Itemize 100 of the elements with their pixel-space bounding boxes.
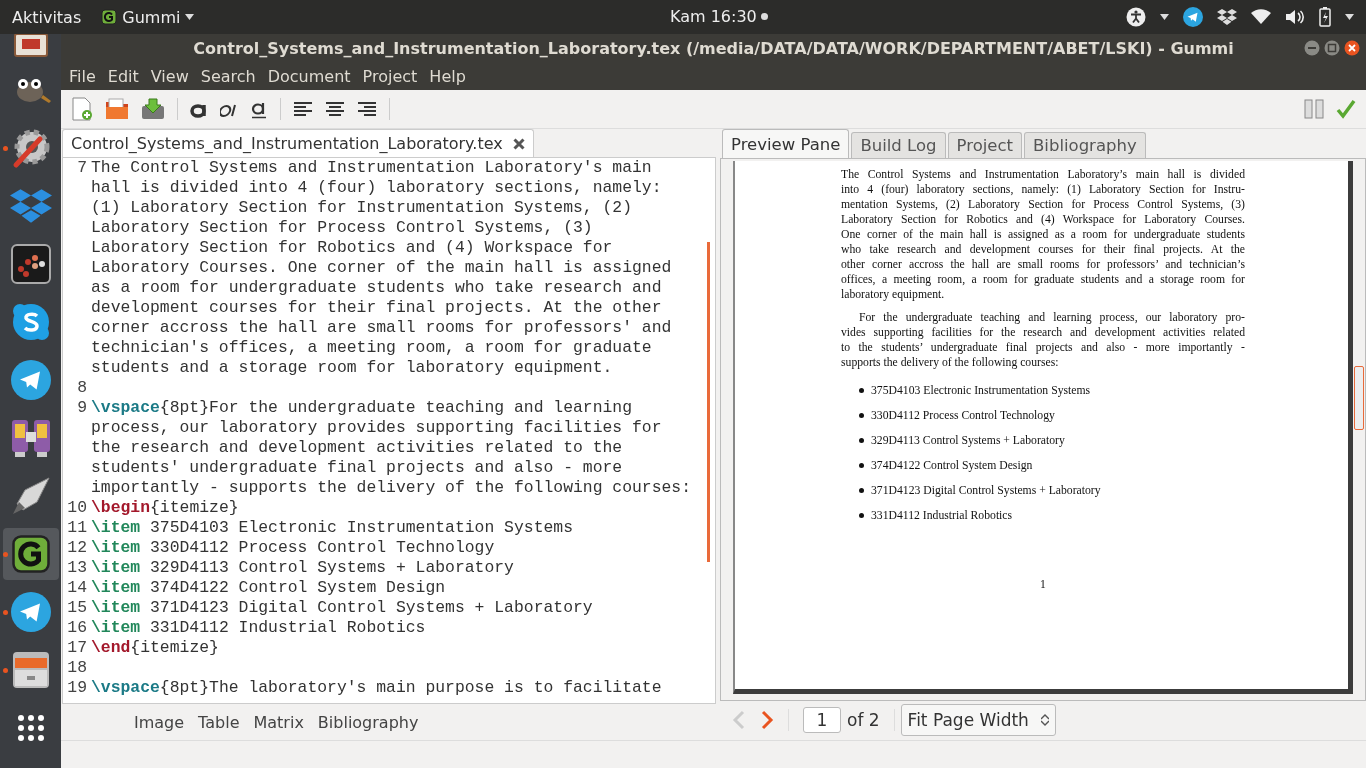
- line-number: 18: [67, 658, 87, 677]
- app-icon: [10, 534, 51, 574]
- paragraph-line: mentation Systems, (2) Laboratory Section for Process Control Systems, (3): [841, 197, 1245, 212]
- running-indicator: [2, 552, 8, 557]
- bullet-icon: [859, 438, 864, 443]
- menu-item[interactable]: Search: [194, 66, 262, 86]
- paragraph-line: into 4 (four) laboratory sections, namely: (1) Laboratory Section for Instru-: [841, 182, 1245, 197]
- close-button[interactable]: [1344, 40, 1360, 56]
- paragraph-line: The Control Systems and Instrumentation Laboratory’s main hall is divided: [841, 167, 1245, 182]
- dock-item[interactable]: [2, 528, 59, 580]
- paragraph-line: other corner accross the hall are small rooms for professors’ and technician’s: [841, 257, 1245, 272]
- menu-item[interactable]: Edit: [101, 66, 145, 86]
- code-line: development courses for their final projects. At the other: [91, 298, 662, 318]
- paper-plane-icon: [10, 360, 51, 400]
- scrollbar[interactable]: [707, 242, 710, 562]
- next-page-button[interactable]: [760, 710, 774, 731]
- code-line: students' undergraduate final projects and also - more: [91, 458, 623, 478]
- code-line: as a room for undergraduate students who take research and: [91, 278, 662, 298]
- tab[interactable]: Bibliography: [1024, 132, 1146, 158]
- menu-item[interactable]: File: [63, 66, 102, 86]
- tab[interactable]: Project: [947, 132, 1022, 158]
- activities-button[interactable]: Aktivitas: [12, 7, 82, 27]
- line-number: 8: [77, 378, 87, 397]
- line-number: 19: [67, 678, 87, 697]
- insert-button[interactable]: Bibliography: [311, 710, 425, 734]
- line-number: 9: [77, 398, 87, 417]
- paper-plane-icon[interactable]: [1183, 7, 1203, 27]
- app-menu-button[interactable]: Gummi: [122, 7, 181, 27]
- caret-icon: [185, 14, 195, 20]
- code-line: \item 374D4122 Control System Design: [91, 578, 446, 598]
- new-file-icon[interactable]: [71, 97, 93, 121]
- save-icon[interactable]: [141, 98, 165, 120]
- code-line: the research and development activities related to the: [91, 438, 623, 458]
- clock[interactable]: Kam 16:30: [670, 7, 757, 26]
- paper-plane-icon: [10, 592, 51, 632]
- code-line: \item 331D4112 Industrial Robotics: [91, 618, 426, 638]
- list-item: 375D4103 Electronic Instrumentation Systems: [871, 384, 1091, 397]
- paragraph-line: offices, a meeting room, a room for graduate students and a storage room for: [841, 272, 1245, 287]
- tab[interactable]: Build Log: [851, 132, 946, 158]
- menu-item[interactable]: Document: [261, 66, 357, 86]
- page-field[interactable]: 1: [803, 707, 841, 734]
- dropbox-icon[interactable]: [1217, 8, 1237, 26]
- menu-item[interactable]: View: [144, 66, 195, 86]
- list-item: 329D4113 Control Systems + Laboratory: [871, 434, 1065, 447]
- line-number: 10: [67, 498, 87, 517]
- code-line: \vspace{8pt}For the undergraduate teaching and learning: [91, 398, 632, 418]
- paragraph-line: supports the delivery of the following courses:: [841, 355, 1060, 370]
- app-icon: [101, 9, 118, 25]
- zoom-dropdown[interactable]: Fit Page Width: [900, 704, 1056, 737]
- volume-icon[interactable]: [1285, 9, 1305, 25]
- code-line: Laboratory Section for Process Control Systems, (3): [91, 218, 593, 238]
- line-number: 14: [67, 578, 87, 597]
- file-tab[interactable]: Control_Systems_and_Instrumentation_Laboratory.tex: [62, 129, 534, 157]
- list-item: 330D4112 Process Control Technology: [871, 409, 1055, 422]
- chat-bubble-icon: [10, 302, 51, 342]
- menu-item[interactable]: Project: [356, 66, 424, 86]
- code-line: \item 375D4103 Electronic Instrumentation Systems: [91, 518, 573, 538]
- battery-icon[interactable]: [1319, 7, 1331, 27]
- code-line: corner accross the hall are small rooms for professors' and: [91, 318, 672, 338]
- close-icon[interactable]: [512, 137, 525, 150]
- code-line: \item 371D4123 Digital Control Systems + Laboratory: [91, 598, 593, 618]
- minimize-button[interactable]: [1304, 40, 1320, 56]
- bullet-icon: [859, 513, 864, 518]
- page-count: of 2: [847, 710, 880, 731]
- usb-drives-icon: [9, 418, 52, 458]
- insert-button[interactable]: Image: [128, 710, 191, 734]
- running-indicator: [2, 146, 8, 151]
- code-line: \item 330D4112 Process Control Technology: [91, 538, 495, 558]
- code-line: importantly - supports the delivery of the following courses:: [91, 478, 691, 498]
- line-number: 15: [67, 598, 87, 617]
- align-right-icon[interactable]: [357, 101, 377, 117]
- tab[interactable]: Preview Pane: [722, 129, 850, 158]
- accessibility-icon[interactable]: [1126, 7, 1146, 27]
- menu-item[interactable]: Help: [423, 66, 472, 86]
- code-editor[interactable]: [62, 157, 716, 705]
- paragraph-line: For the undergraduate teaching and learning process, our laboratory pro-: [858, 310, 1245, 325]
- code-line: \end{itemize}: [91, 638, 219, 658]
- paragraph-line: laboratory equipment.: [841, 287, 946, 302]
- line-number: 11: [67, 518, 87, 537]
- insert-button[interactable]: Table: [192, 710, 246, 734]
- paragraph-line: One corner of the main hall is assigned as a room for undergraduate students: [841, 227, 1245, 242]
- paragraph-line: vides supporting facilities for the research and development activities related: [841, 325, 1245, 340]
- bullet-icon: [859, 388, 864, 393]
- code-line: \item 329D4113 Control Systems + Laboratory: [91, 558, 514, 578]
- code-line: \begin{itemize}: [91, 498, 239, 518]
- wifi-icon[interactable]: [1251, 9, 1271, 25]
- code-line: The Control Systems and Instrumentation Laboratory's main: [91, 158, 652, 178]
- paragraph-line: who take research and development courses for their final projects. At the: [841, 242, 1245, 257]
- checkmark-icon[interactable]: [1336, 99, 1356, 119]
- align-left-icon[interactable]: [293, 101, 313, 117]
- code-line: technician's offices, a meeting room, a room for graduate: [91, 338, 652, 358]
- code-line: Laboratory Courses. One corner of the main hall is assigned: [91, 258, 672, 278]
- line-number: 16: [67, 618, 87, 637]
- insert-button[interactable]: Matrix: [247, 710, 310, 734]
- notification-dot-icon: [760, 13, 768, 20]
- folder-icon[interactable]: [105, 98, 129, 120]
- running-indicator: [2, 610, 8, 615]
- tab-label: Control_Systems_and_Instrumentation_Laboratory.tex: [71, 134, 503, 153]
- caret-icon: [1160, 14, 1169, 20]
- align-center-icon[interactable]: [325, 101, 345, 117]
